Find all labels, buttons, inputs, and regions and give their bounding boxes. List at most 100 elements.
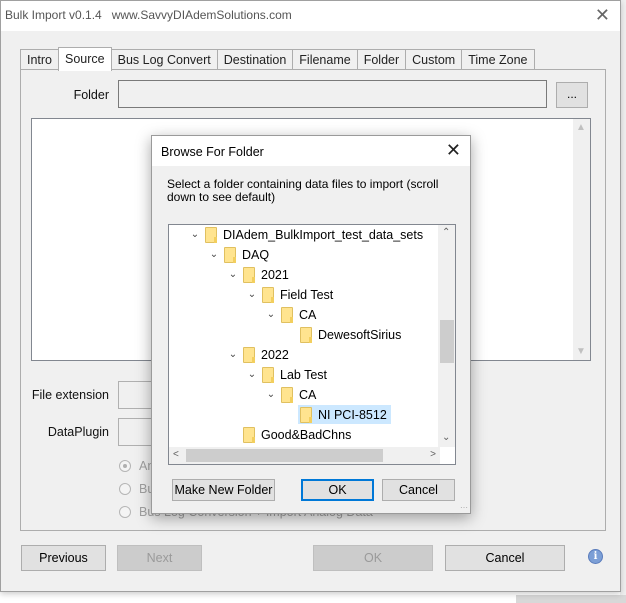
browse-folder-button[interactable]: ... [556,82,588,108]
folder-label: Folder [73,88,109,102]
file-extension-label: File extension [31,388,109,402]
tree-node[interactable]: ⌄ CA [263,385,320,404]
browse-for-folder-dialog: Browse For Folder ✕ Select a folder cont… [151,135,471,514]
chevron-down-icon[interactable]: ⌄ [244,289,260,300]
window-close-icon[interactable]: ✕ [595,5,610,26]
tree-node-label: Lab Test [280,367,328,382]
chevron-down-icon[interactable]: ⌄ [263,309,279,320]
radio-button-checked[interactable] [119,460,131,472]
tree-node[interactable]: ⌄ DIAdem_BulkImport_test_data_sets [187,225,427,244]
window-title: Bulk Import v0.1.4 www.SavvyDIAdemSoluti… [5,8,292,22]
tree-node-body[interactable]: DewesoftSirius [298,325,405,344]
tree-node-body[interactable]: DAQ [222,245,273,264]
folder-icon [243,346,255,363]
tab-bus-log-convert[interactable]: Bus Log Convert [110,49,218,71]
cancel-button[interactable]: Cancel [445,545,565,571]
chevron-down-icon[interactable]: ⌄ [244,369,260,380]
info-icon[interactable]: i [588,549,603,564]
tree-node-body[interactable]: NI PCI-8512 [298,405,391,424]
dialog-close-icon[interactable]: ✕ [446,140,461,161]
tab-destination[interactable]: Destination [216,49,294,71]
dialog-title-bar: Browse For Folder ✕ [152,136,470,166]
folder-icon [281,386,293,403]
tree-node-body[interactable]: Field Test [260,285,337,304]
tree-node[interactable]: NI PCI-8512 [282,405,391,424]
scroll-left-icon[interactable]: < [173,449,179,460]
folder-icon [300,406,312,423]
tree-node-label: 2021 [261,267,289,282]
previous-button[interactable]: Previous [21,545,106,571]
folder-icon [243,426,255,443]
chevron-down-icon[interactable]: ⌄ [187,229,203,240]
tree-node-body[interactable]: Lab Test [260,365,331,384]
dialog-cancel-button[interactable]: Cancel [382,479,455,501]
dataplugin-label: DataPlugin [47,425,109,439]
scroll-down-icon[interactable]: ▼ [576,346,586,357]
tree-node-body[interactable]: CA [279,385,320,404]
tree-node-label: NI PCI-8512 [318,407,387,422]
tree-node-label: DIAdem_BulkImport_test_data_sets [223,227,424,242]
folder-icon [281,306,293,323]
tree-node[interactable]: Good&BadChns [225,425,355,444]
folder-icon [262,286,274,303]
tree-node-label: CA [299,387,317,402]
folder-icon [300,326,312,343]
dialog-description: Select a folder containing data files to… [167,177,439,204]
chevron-down-icon[interactable]: ⌄ [225,349,241,360]
scroll-down-icon[interactable]: ⌄ [442,432,450,443]
tree-node[interactable]: ⌄ Field Test [244,285,337,304]
folder-icon [205,226,217,243]
chevron-down-icon[interactable]: ⌄ [225,269,241,280]
tree-node-body[interactable]: DIAdem_BulkImport_test_data_sets [203,225,427,244]
tree-node-label: DewesoftSirius [318,327,402,342]
tree-node-body[interactable]: Good&BadChns [241,425,355,444]
tree-node-label: Field Test [280,287,334,302]
tab-filename[interactable]: Filename [292,49,358,71]
tree-node[interactable]: ⌄ 2022 [225,345,293,364]
tab-time-zone[interactable]: Time Zone [461,49,535,71]
tree-vertical-thumb[interactable] [440,320,454,363]
tab-folder[interactable]: Folder [356,49,407,71]
dialog-title: Browse For Folder [161,145,264,159]
file-list-scrollbar[interactable]: ▲ ▼ [573,119,590,360]
tree-node-body[interactable]: 2021 [241,265,293,284]
scroll-up-icon[interactable]: ▲ [576,122,586,133]
resize-grip-icon[interactable]: ⋯ [460,504,468,512]
folder-input[interactable] [118,80,547,108]
tab-strip: Intro Source Bus Log Convert Destination… [20,47,535,71]
chevron-down-icon[interactable]: ⌄ [206,249,222,260]
tree-node[interactable]: DewesoftSirius [282,325,405,344]
tree-node-body[interactable]: 2022 [241,345,293,364]
radio-button[interactable] [119,483,131,495]
folder-tree[interactable]: ⌄ DIAdem_BulkImport_test_data_sets ⌄ DAQ ⌄ 20… [168,224,456,465]
tab-custom[interactable]: Custom [405,49,463,71]
title-bar: Bulk Import v0.1.4 www.SavvyDIAdemSoluti… [1,1,620,31]
next-button[interactable]: Next [117,545,202,571]
tree-node-label: 2022 [261,347,289,362]
tree-horizontal-scrollbar[interactable]: < > [169,447,440,464]
tree-vertical-scrollbar[interactable]: ⌃ ⌄ [438,225,455,447]
tab-source[interactable]: Source [58,47,112,71]
tab-intro[interactable]: Intro [20,49,60,71]
radio-analog-data[interactable]: An [119,459,154,473]
tree-node[interactable]: ⌄ CA [263,305,320,324]
chevron-down-icon[interactable]: ⌄ [263,389,279,400]
radio-button[interactable] [119,506,131,518]
tree-node-body[interactable]: CA [279,305,320,324]
ok-button[interactable]: OK [313,545,433,571]
tree-node-label: DAQ [242,247,270,262]
tree-node[interactable]: ⌄ DAQ [206,245,273,264]
scroll-right-icon[interactable]: > [430,449,436,460]
tree-node[interactable]: ⌄ Lab Test [244,365,331,384]
tree-node[interactable]: ⌄ 2021 [225,265,293,284]
scroll-up-icon[interactable]: ⌃ [442,227,450,238]
background-window-edge [516,595,626,603]
tree-node-label: Good&BadChns [261,427,352,442]
dialog-ok-button[interactable]: OK [301,479,374,501]
folder-icon [262,366,274,383]
make-new-folder-button[interactable]: Make New Folder [172,479,275,501]
folder-icon [243,266,255,283]
tree-node-label: CA [299,307,317,322]
folder-icon [224,246,236,263]
tree-horizontal-thumb[interactable] [186,449,383,462]
